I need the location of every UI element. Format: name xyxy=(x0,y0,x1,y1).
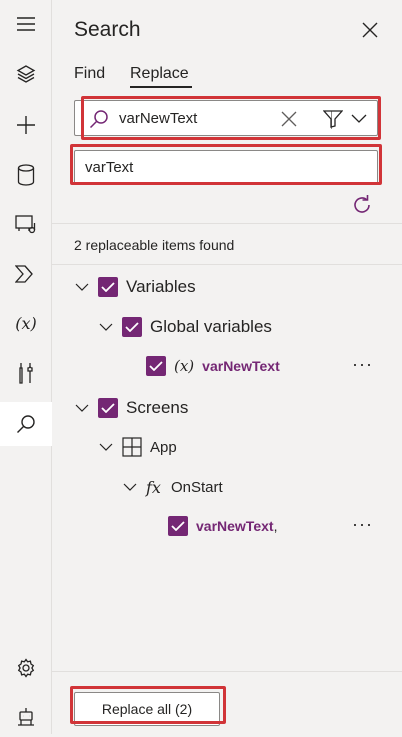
tree-group-app[interactable]: App xyxy=(98,433,177,461)
divider xyxy=(52,671,402,672)
result-suffix: , xyxy=(273,518,278,534)
chevron-down-icon[interactable] xyxy=(98,319,114,335)
tab-find[interactable]: Find xyxy=(74,65,105,83)
checkbox[interactable] xyxy=(146,356,166,376)
tree-label: Global variables xyxy=(150,317,272,336)
result-item-onstart[interactable]: varNewText , xyxy=(168,512,277,540)
variable-type-icon: (x) xyxy=(174,357,195,375)
search-input[interactable]: varNewText xyxy=(74,100,378,136)
chevron-down-icon[interactable] xyxy=(98,439,114,455)
filter-icon[interactable] xyxy=(323,109,343,129)
divider xyxy=(52,223,402,224)
search-icon xyxy=(89,109,109,129)
power-automate-icon[interactable] xyxy=(0,254,52,294)
checkbox[interactable] xyxy=(98,277,118,297)
tree-group-screens[interactable]: Screens xyxy=(74,394,188,422)
replace-value: varText xyxy=(85,159,134,176)
settings-icon[interactable] xyxy=(0,648,52,688)
chevron-down-icon[interactable] xyxy=(122,479,138,495)
left-rail: (x) xyxy=(0,0,52,734)
search-panel: Search Find Replace varNewText varText 2… xyxy=(52,0,402,734)
divider xyxy=(52,264,402,265)
checkbox[interactable] xyxy=(98,398,118,418)
replace-input[interactable]: varText xyxy=(74,150,378,184)
tools-icon[interactable] xyxy=(0,353,52,393)
clear-icon[interactable] xyxy=(279,109,299,129)
chevron-down-icon[interactable] xyxy=(74,279,90,295)
formula-icon: fx xyxy=(146,477,161,497)
chevron-down-icon[interactable] xyxy=(349,109,369,129)
result-name: varNewText xyxy=(202,358,280,374)
media-icon[interactable] xyxy=(0,204,52,244)
tab-replace[interactable]: Replace xyxy=(130,65,189,83)
results-count: 2 replaceable items found xyxy=(74,237,235,253)
search-value: varNewText xyxy=(119,110,198,127)
result-name: varNewText xyxy=(196,518,274,534)
tree-group-variables[interactable]: Variables xyxy=(74,273,196,301)
tree-label: Screens xyxy=(126,398,189,417)
refresh-icon[interactable] xyxy=(350,193,374,217)
checkbox[interactable] xyxy=(122,317,142,337)
tree-label: App xyxy=(150,438,177,456)
layers-icon[interactable] xyxy=(0,54,52,94)
chevron-down-icon[interactable] xyxy=(74,400,90,416)
search-icon[interactable] xyxy=(0,402,52,446)
active-tab-indicator xyxy=(130,86,192,88)
more-options-icon[interactable]: ··· xyxy=(352,514,373,535)
plus-icon[interactable] xyxy=(0,105,52,145)
tree-group-global-variables[interactable]: Global variables xyxy=(98,313,272,341)
tree-label: Variables xyxy=(126,277,196,296)
replace-all-button[interactable]: Replace all (2) xyxy=(74,692,220,726)
checkbox[interactable] xyxy=(168,516,188,536)
database-icon[interactable] xyxy=(0,155,52,195)
virtual-agent-icon[interactable] xyxy=(0,697,52,737)
more-options-icon[interactable]: ··· xyxy=(352,354,373,375)
result-item-variable[interactable]: (x) varNewText xyxy=(146,352,280,380)
tree-group-onstart[interactable]: fx OnStart xyxy=(122,473,223,501)
tree-label: OnStart xyxy=(170,478,223,496)
app-icon xyxy=(122,437,142,457)
hamburger-menu-icon[interactable] xyxy=(0,4,52,44)
close-icon[interactable] xyxy=(358,18,382,42)
panel-title: Search xyxy=(74,18,141,41)
variables-icon[interactable]: (x) xyxy=(0,303,52,343)
